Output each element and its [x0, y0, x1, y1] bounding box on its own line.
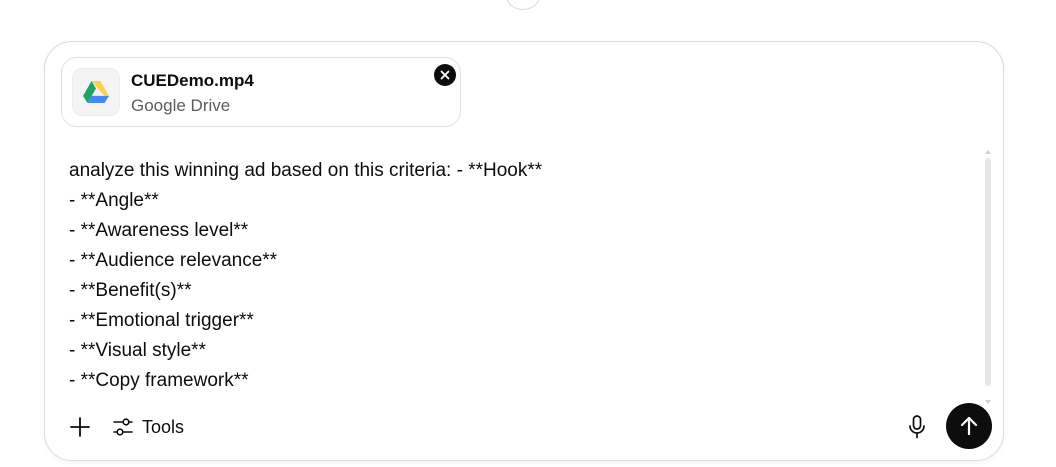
sliders-icon: [113, 418, 133, 436]
prompt-line: - **Visual style**: [69, 340, 206, 361]
add-button[interactable]: [67, 414, 93, 440]
voice-input-button[interactable]: [904, 414, 930, 440]
attachment-source: Google Drive: [131, 96, 231, 115]
close-icon: [440, 70, 450, 80]
plus-icon: [70, 417, 90, 437]
microphone-icon: [909, 415, 925, 439]
scroll-down-icon[interactable]: [985, 400, 991, 404]
scroll-up-icon[interactable]: [985, 150, 991, 154]
send-button[interactable]: [946, 403, 992, 449]
message-composer: CUEDemo.mp4 Google Drive analyze this wi…: [44, 41, 1004, 461]
prompt-line: - **Awareness level**: [69, 220, 249, 241]
remove-attachment-button[interactable]: [434, 64, 456, 86]
arrow-up-icon: [960, 416, 978, 436]
tools-button[interactable]: Tools: [113, 414, 184, 440]
prompt-line: - **Angle**: [69, 190, 159, 211]
google-drive-icon: [83, 81, 109, 103]
prompt-line: analyze this winning ad based on this cr…: [69, 160, 543, 181]
attachment-file-name: CUEDemo.mp4: [131, 71, 254, 90]
scrollbar-thumb[interactable]: [985, 158, 991, 386]
prompt-line: - **Emotional trigger**: [69, 310, 254, 331]
tools-label: Tools: [142, 416, 185, 437]
attachment-thumbnail: [72, 68, 120, 116]
file-attachment-card[interactable]: CUEDemo.mp4 Google Drive: [61, 57, 461, 127]
scroll-to-bottom-button[interactable]: [506, 0, 540, 10]
prompt-line: - **Benefit(s)**: [69, 280, 192, 301]
prompt-line: - **Audience relevance**: [69, 250, 278, 271]
prompt-line: - **Copy framework**: [69, 370, 249, 391]
prompt-scrollbar[interactable]: [985, 150, 991, 404]
prompt-input[interactable]: analyze this winning ad based on this cr…: [69, 156, 969, 406]
